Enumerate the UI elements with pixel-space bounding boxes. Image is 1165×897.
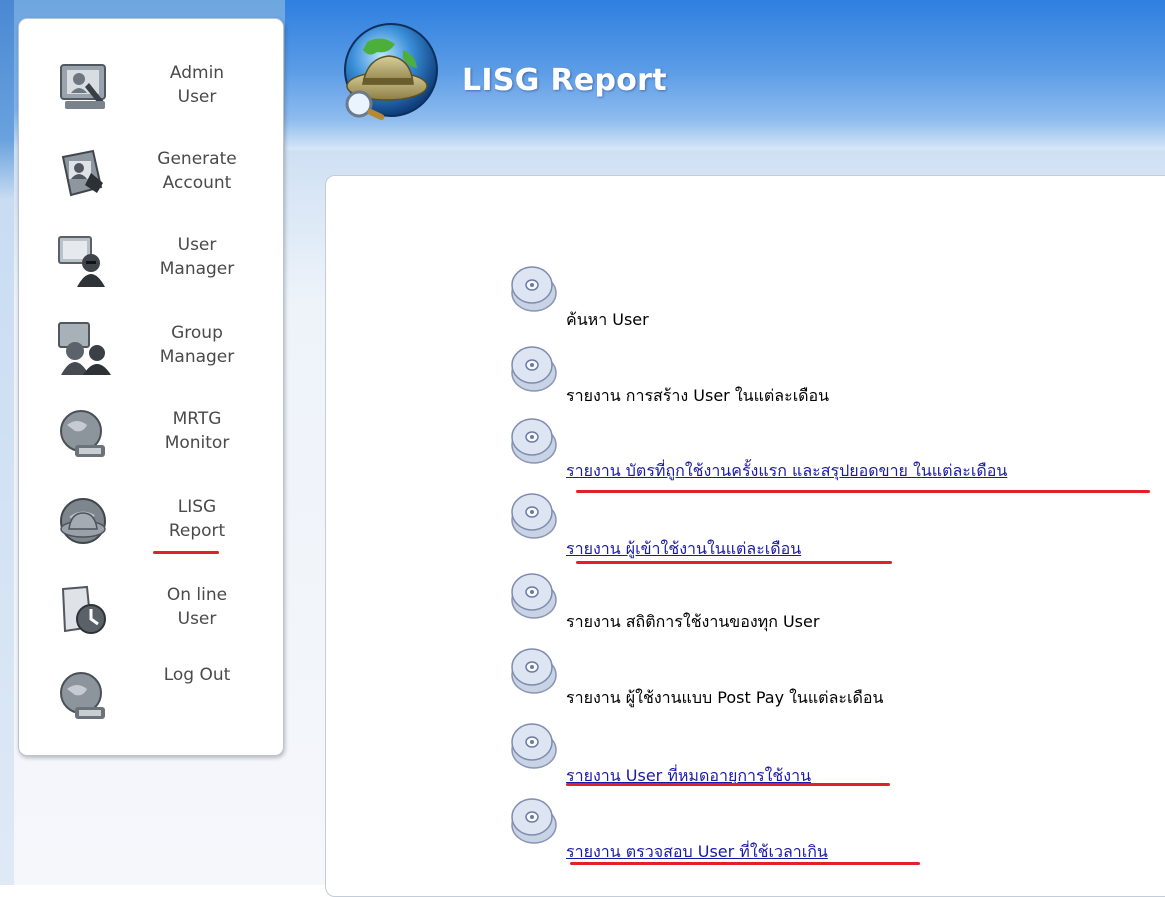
sidebar-item-label: Manager [159, 347, 235, 367]
app-window: LISG Report Admin User Generate Account … [0, 0, 1165, 897]
sidebar-item-label: User [177, 87, 217, 107]
report-link-label: รายงาน สถิติการใช้งานของทุก User [566, 612, 820, 631]
sidebar-item-label: User [177, 609, 217, 629]
sidebar-item-label: Manager [159, 259, 235, 279]
lisg-report-icon [60, 498, 106, 544]
disc-icon [511, 346, 557, 392]
annotation-underline [566, 783, 890, 786]
admin-user-icon [60, 64, 106, 109]
sidebar-item-label: Log Out [163, 665, 231, 685]
report-link-usage-statistics[interactable]: รายงาน สถิติการใช้งานของทุก User [508, 570, 1158, 640]
sidebar-item-lisg-report[interactable]: LISG Report [19, 483, 283, 565]
user-manager-icon [58, 236, 105, 287]
sidebar-item-group-manager[interactable]: Group Manager [19, 309, 283, 391]
group-manager-icon [58, 322, 111, 375]
left-background-band [0, 0, 14, 885]
sidebar-item-user-manager[interactable]: User Manager [19, 221, 283, 303]
report-link-first-use-sales[interactable]: รายงาน บัตรที่ถูกใช้งานครั้งแรก และสรุปย… [508, 415, 1158, 485]
report-link-label: รายงาน ผู้เข้าใช้งานในแต่ละเดือน [566, 539, 802, 558]
report-link-label: รายงาน บัตรที่ถูกใช้งานครั้งแรก และสรุปย… [566, 461, 1008, 480]
sidebar-item-label: Monitor [164, 433, 230, 453]
sidebar-item-label: Admin [169, 63, 225, 83]
report-link-overtime-users[interactable]: รายงาน ตรวจสอบ User ที่ใช้เวลาเกิน [508, 795, 1158, 865]
sidebar-item-admin-user[interactable]: Admin User [19, 49, 283, 131]
sidebar-item-label: User [177, 235, 217, 255]
globe-explorer-logo-icon [344, 23, 438, 121]
sidebar-item-label: Generate [157, 149, 237, 169]
sidebar-item-mrtg-monitor[interactable]: MRTG Monitor [19, 395, 283, 477]
sidebar-item-label: Report [168, 521, 226, 541]
disc-icon [511, 266, 557, 312]
report-link-label: รายงาน การสร้าง User ในแต่ละเดือน [566, 386, 830, 405]
report-link-monthly-visitors[interactable]: รายงาน ผู้เข้าใช้งานในแต่ละเดือน [508, 490, 1158, 560]
report-link-post-pay-monthly[interactable]: รายงาน ผู้ใช้งานแบบ Post Pay ในแต่ละเดือ… [508, 645, 1158, 715]
sidebar-item-label: On line [166, 585, 228, 605]
disc-icon [511, 648, 557, 694]
sidebar-item-generate-account[interactable]: Generate Account [19, 135, 283, 217]
disc-icon [511, 573, 557, 619]
sidebar-item-label: Group [171, 323, 223, 343]
generate-account-icon [61, 149, 103, 197]
sidebar-item-label: MRTG [172, 409, 222, 429]
annotation-underline [570, 862, 920, 865]
annotation-underline [576, 561, 892, 564]
disc-icon [511, 723, 557, 769]
sidebar-item-logout[interactable]: Log Out [19, 657, 283, 739]
report-link-label: รายงาน ผู้ใช้งานแบบ Post Pay ในแต่ละเดือ… [566, 688, 884, 707]
sidebar-item-online-user[interactable]: On line User [19, 571, 283, 653]
disc-icon [511, 418, 557, 464]
page-title: LISG Report [462, 63, 667, 98]
report-link-search-user[interactable]: ค้นหา User [508, 263, 1158, 333]
report-link-user-creation-monthly[interactable]: รายงาน การสร้าง User ในแต่ละเดือน [508, 343, 1158, 413]
disc-icon [511, 493, 557, 539]
report-link-expired-users[interactable]: รายงาน User ที่หมดอายุการใช้งาน [508, 720, 1158, 790]
report-link-label: ค้นหา User [566, 310, 649, 329]
sidebar-menu: Admin User Generate Account User Manager… [18, 18, 284, 756]
online-user-icon [61, 585, 106, 634]
sidebar-item-label: Account [162, 173, 232, 193]
logout-icon [60, 672, 105, 719]
active-item-underline [153, 551, 219, 554]
sidebar-item-label: LISG [177, 497, 217, 517]
disc-icon [511, 798, 557, 844]
mrtg-monitor-icon [60, 410, 105, 457]
